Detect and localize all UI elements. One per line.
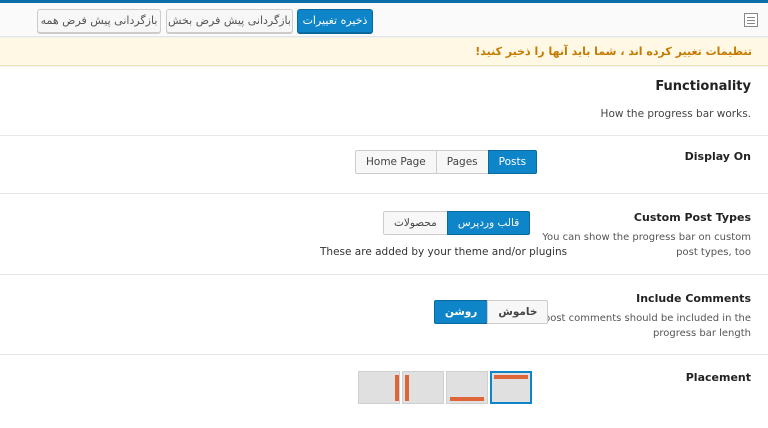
include-comments-row: Include Comments The post comments shoul… [0,274,768,354]
custom-post-types-note: These are added by your theme and/or plu… [320,246,568,258]
reset-section-button[interactable]: بازگردانی پیش فرض بخش [166,9,293,33]
display-on-label: Display On [684,150,751,163]
notice-text: تنظیمات تغییر کرده اند ، شما باید آنها ر… [475,45,752,58]
placement-right-icon[interactable] [402,371,444,404]
placement-left-icon[interactable] [358,371,400,404]
post-type-wordpress-theme[interactable]: قالب وردپرس [446,211,531,235]
comments-off-option[interactable]: خاموش [487,300,549,324]
include-comments-description: The post comments should be included in … [522,313,751,339]
placement-selector [358,371,534,404]
include-comments-label: Include Comments [636,292,751,305]
section-description: How the progress bar works. [600,108,751,120]
include-comments-toggle: روشن خاموش [434,300,549,324]
placement-bottom-icon[interactable] [446,371,488,404]
section-title: Functionality [655,79,751,94]
placement-top-icon[interactable] [490,371,532,404]
placement-label: Placement [685,371,751,384]
display-on-pages[interactable]: Pages [435,150,489,174]
toolbar: بازگردانی پیش فرض همه بازگردانی پیش فرض … [0,3,768,37]
display-on-home-page[interactable]: Home Page [355,150,437,174]
comments-on-option[interactable]: روشن [434,300,489,324]
display-on-posts[interactable]: Posts [487,150,538,174]
unsaved-changes-notice: تنظیمات تغییر کرده اند ، شما باید آنها ر… [0,38,768,66]
custom-post-types-row: Custom Post Types You can show the progr… [0,193,768,274]
display-on-selector: Home Page Pages Posts [355,150,538,174]
reset-all-button[interactable]: بازگردانی پیش فرض همه [37,9,161,33]
placement-row: Placement [0,354,768,428]
display-on-row: Display On Home Page Pages Posts [0,135,768,193]
save-changes-button[interactable]: ذخیره تغییرات [297,9,373,33]
custom-post-types-selector: محصولات قالب وردپرس [383,211,531,235]
settings-content: Functionality How the progress bar works… [0,67,768,428]
post-type-products[interactable]: محصولات [383,211,448,235]
custom-post-types-label: Custom Post Types [633,211,751,224]
panel-menu-icon[interactable] [744,13,758,27]
